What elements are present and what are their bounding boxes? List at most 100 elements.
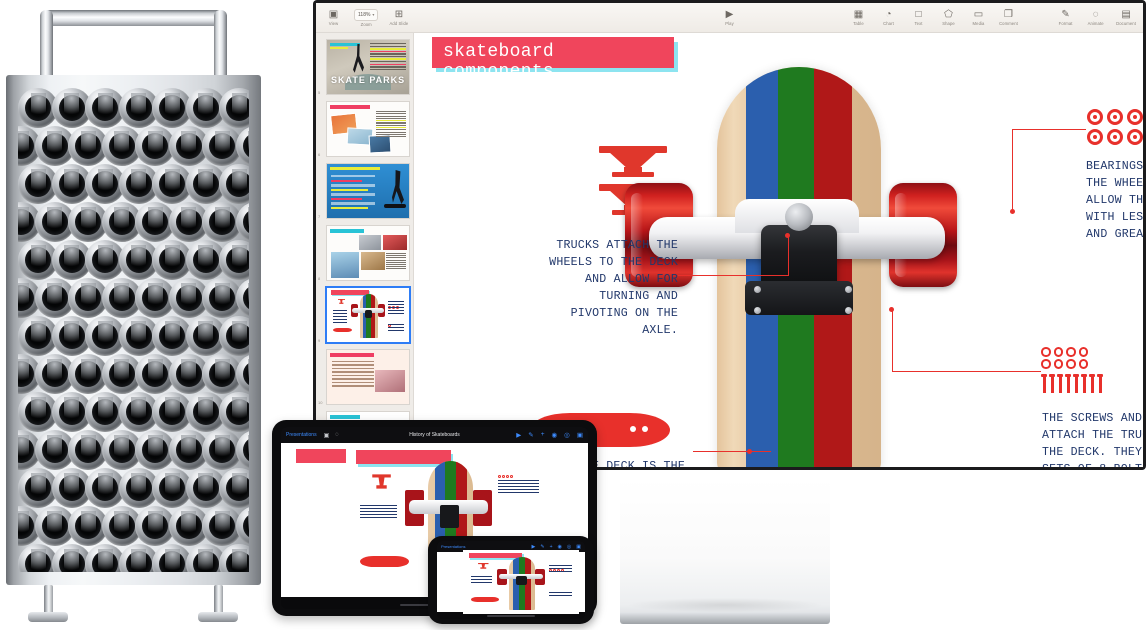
grill-dimple (219, 240, 249, 280)
table-button[interactable]: ▦ Table (849, 9, 868, 26)
slide-number: 7 (318, 214, 321, 219)
thumb-header-bar (330, 229, 364, 233)
shape-button[interactable]: ⬠ Shape (939, 9, 958, 26)
grill-row (18, 430, 249, 470)
screws-bolts-illustration (1041, 347, 1111, 393)
chart-button[interactable]: ◔ Chart (879, 9, 898, 26)
caption-screws[interactable]: THE SCREWS AND BOLTS ATTACH THE TRUCKS T… (1042, 410, 1143, 467)
thumb-skater-leg (392, 170, 404, 204)
thumb-header-bar (330, 167, 380, 170)
add-icon[interactable]: + (550, 544, 553, 550)
iphone-thumbnail-selected[interactable] (437, 552, 585, 612)
page-title[interactable]: skateboard components (432, 37, 674, 82)
shape-icon: ⬠ (944, 9, 953, 20)
slide-navigator[interactable]: SKATE PARKS 5 6 7 8 9 10 (316, 33, 414, 467)
play-button[interactable]: ▶ Play (720, 9, 739, 26)
slide-thumbnail-item[interactable]: 6 (318, 101, 410, 157)
thumb-text-block (370, 43, 406, 71)
slide-thumbnail-skate-parks[interactable]: SKATE PARKS (326, 39, 410, 95)
slide-title-group[interactable]: skateboard components (432, 37, 678, 82)
grill-dimple (235, 506, 249, 546)
leader-line-trucks (678, 275, 788, 276)
current-slide[interactable]: skateboard components TRUCKS ATTACH THE … (414, 33, 1143, 467)
skateboard-baseplate (745, 281, 853, 315)
play-icon: ▶ (725, 9, 734, 20)
leader-line-deck (693, 451, 771, 452)
document-button[interactable]: ▤ Document (1116, 9, 1136, 26)
nut-icon (1053, 347, 1063, 357)
grill-dimple (235, 278, 249, 318)
pro-display-xdr: ▣ View 118% ▾ Zoom ⊞ Add Slide ▶ Play ▦ … (313, 0, 1146, 470)
ipad-document-title: History of Skateboards (409, 432, 460, 438)
comment-button[interactable]: ❐ Comment (999, 9, 1018, 26)
slide-thumbnail-tricks[interactable] (326, 225, 410, 281)
baseplate-bolt (845, 307, 852, 314)
bearing-icon (1107, 129, 1123, 145)
tower-lattice-grill (18, 88, 249, 572)
thumb-band-2 (330, 47, 348, 49)
bearing-icon (1087, 129, 1103, 145)
mini-slide (281, 443, 588, 597)
caption-bearings[interactable]: BEARINGS FIT INSIDE THE WHEELS AND ALLOW… (1086, 158, 1143, 243)
format-button[interactable]: ✎ Format (1056, 9, 1075, 26)
chart-icon: ◔ (885, 9, 892, 20)
iphone-current-slide[interactable] (463, 550, 579, 614)
bearing-icon (1107, 109, 1123, 125)
keynote-toolbar: ▣ View 118% ▾ Zoom ⊞ Add Slide ▶ Play ▦ … (316, 3, 1143, 33)
format-icon[interactable]: ◎ (567, 544, 571, 550)
bolt-icon (1057, 373, 1063, 393)
thumb-photo (361, 252, 385, 270)
grill-row (18, 506, 249, 546)
document-icon: ▤ (1121, 9, 1131, 20)
slide-number: 9 (318, 338, 321, 343)
bearing-icon (1127, 129, 1143, 145)
slide-thumbnail-timeline[interactable] (326, 163, 410, 219)
iphone-slide-canvas[interactable] (457, 550, 585, 614)
slide-thumbnail-skateboard-components[interactable] (325, 286, 411, 344)
iphone-screen[interactable]: Presentations ▶ ✎ + ◉ ◎ ▣ (437, 541, 585, 619)
scene: ▣ View 118% ▾ Zoom ⊞ Add Slide ▶ Play ▦ … (0, 0, 1146, 630)
ipad-slide-navigator[interactable] (281, 443, 588, 597)
pencil-icon[interactable]: ✎ (540, 544, 544, 550)
grill-row (18, 316, 249, 356)
slide-thumbnail-anatomy[interactable] (326, 349, 410, 405)
leader-line-screws-vertical (892, 310, 893, 372)
comment-label: Comment (999, 21, 1018, 26)
stand-base-edge (620, 612, 830, 624)
text-button[interactable]: □ Text (909, 9, 928, 26)
leader-line-trucks-vertical (788, 235, 789, 276)
slide-canvas[interactable]: skateboard components TRUCKS ATTACH THE … (414, 33, 1143, 467)
slide-thumbnail-item[interactable]: 10 (318, 349, 410, 405)
leader-line-bearings-vertical (1012, 129, 1013, 211)
caption-trucks[interactable]: TRUCKS ATTACH THE WHEELS TO THE DECK AND… (545, 237, 678, 339)
play-icon[interactable]: ▶ (532, 544, 536, 550)
media-icon[interactable]: ◉ (558, 544, 562, 550)
media-button[interactable]: ▭ Media (969, 9, 988, 26)
more-icon[interactable]: ▣ (576, 544, 581, 550)
mini-truck-icon (337, 298, 346, 304)
slide-thumbnail-item[interactable]: 7 (318, 163, 410, 219)
shape-label: Shape (942, 21, 955, 26)
baseplate-bolt (754, 286, 761, 293)
bolt-icon (1065, 373, 1071, 393)
ipad-thumbnail-selected[interactable] (281, 443, 588, 597)
thumb-board (384, 204, 406, 208)
slide-thumbnail-item-selected[interactable]: 9 (318, 286, 411, 344)
slide-thumbnail-photo-collage[interactable] (326, 101, 410, 157)
thumb-photo (383, 235, 407, 250)
mini-caption-right (387, 300, 405, 316)
thumb-photo (359, 235, 381, 250)
baseplate-bolt (754, 307, 761, 314)
slide-number: 8 (318, 276, 321, 281)
iphone-body (437, 550, 585, 614)
format-label: Format (1058, 21, 1073, 26)
slide-thumbnail-item[interactable]: 8 (318, 225, 410, 281)
slide-thumbnail-item[interactable]: SKATE PARKS 5 (318, 39, 410, 95)
animate-button[interactable]: ◌ Animate (1086, 9, 1105, 26)
callout-dot-bearings (1010, 209, 1015, 214)
document-label: Document (1116, 21, 1136, 26)
thumb-skater-figure (353, 44, 364, 73)
iphone-slide-navigator[interactable] (437, 552, 585, 612)
iphone-back-button[interactable]: Presentations (441, 544, 465, 549)
grill-dimple (219, 88, 249, 128)
